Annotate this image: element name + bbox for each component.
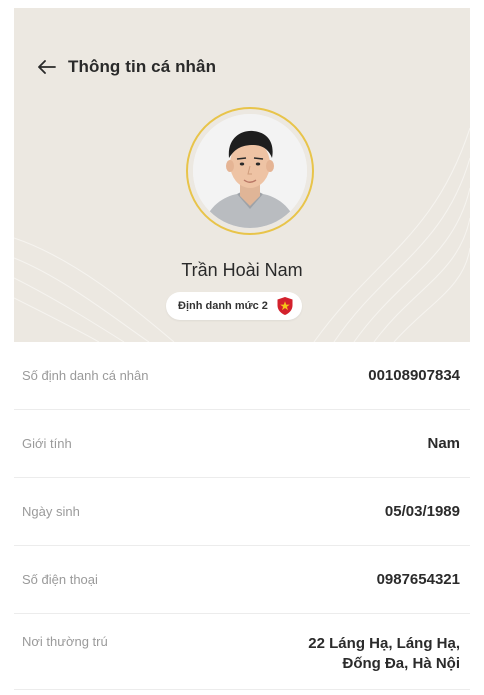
info-row-gender: Giới tính Nam xyxy=(14,410,470,478)
avatar-photo xyxy=(193,114,307,228)
info-label: Nơi thường trú xyxy=(22,634,108,649)
info-label: Số điện thoại xyxy=(22,572,98,587)
arrow-left-icon xyxy=(38,60,56,74)
avatar[interactable] xyxy=(193,114,307,228)
info-label: Ngày sinh xyxy=(22,504,80,519)
personal-info-list: Số định danh cá nhân 00108907834 Giới tí… xyxy=(14,342,470,690)
info-value: 05/03/1989 xyxy=(384,502,460,520)
info-value: 00108907834 xyxy=(368,366,460,384)
info-label: Giới tính xyxy=(22,436,72,451)
page-title: Thông tin cá nhân xyxy=(68,57,217,76)
address-line-1: 22 Láng Hạ, Láng Hạ, xyxy=(308,635,460,652)
info-row-birth-date: Ngày sinh 05/03/1989 xyxy=(14,478,470,546)
info-value: Nam xyxy=(427,434,460,452)
avatar-ring xyxy=(186,107,314,235)
info-label: Số định danh cá nhân xyxy=(22,368,149,383)
info-value-address: 22 Láng Hạ, Láng Hạ, Đống Đa, Hà Nội xyxy=(308,634,460,673)
badge-label: Định danh mức 2 xyxy=(178,300,268,312)
verification-level-badge: Định danh mức 2 xyxy=(166,292,302,320)
address-line-2: Đống Đa, Hà Nội xyxy=(342,654,460,672)
back-button[interactable] xyxy=(36,56,58,78)
shield-star-icon xyxy=(277,297,293,315)
info-row-phone: Số điện thoại 0987654321 xyxy=(14,546,470,614)
info-row-personal-id: Số định danh cá nhân 00108907834 xyxy=(14,342,470,410)
user-full-name: Trần Hoài Nam xyxy=(181,260,303,280)
info-row-permanent-address: Nơi thường trú 22 Láng Hạ, Láng Hạ, Đống… xyxy=(14,614,470,690)
top-bar: Thông tin cá nhân xyxy=(36,54,216,80)
info-value: 0987654321 xyxy=(376,570,460,588)
profile-header: Thông tin cá nhân Trần Hoài Nam Định dan… xyxy=(14,8,470,342)
